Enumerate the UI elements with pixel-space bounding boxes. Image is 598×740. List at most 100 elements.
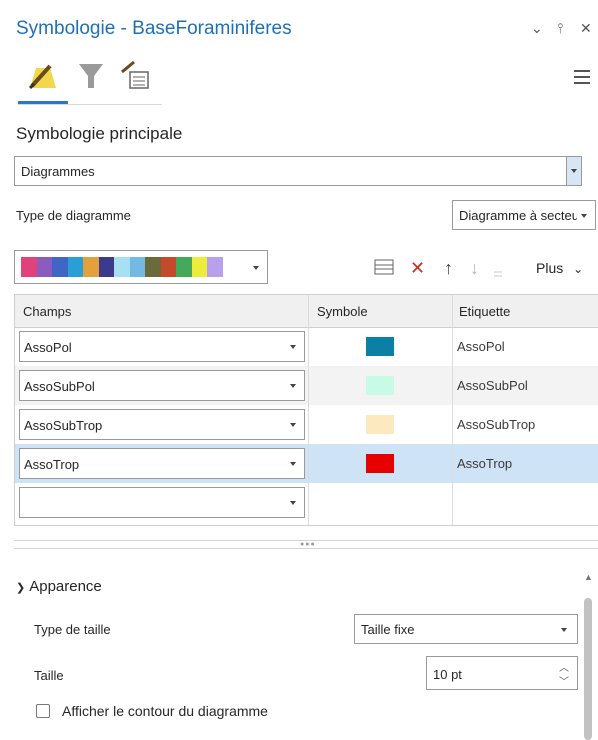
pin-icon[interactable]: ⫯	[557, 20, 563, 37]
more-label: Plus	[536, 260, 564, 276]
vertical-scrollbar[interactable]: ▲	[580, 568, 596, 740]
properties-button[interactable]	[374, 258, 394, 281]
field-select[interactable]: AssoTrop	[19, 448, 305, 479]
color-ramp-swatch	[67, 257, 83, 277]
size-value: 10 pt	[433, 667, 462, 682]
symbology-type-select[interactable]: Diagrammes	[14, 156, 582, 186]
tab-primary-symbology[interactable]	[26, 58, 60, 92]
size-label: Taille	[34, 668, 64, 683]
table-row[interactable]: AssoTrop AssoTrop	[15, 444, 598, 483]
scroll-thumb[interactable]	[584, 598, 592, 740]
chevron-down-icon	[290, 462, 296, 466]
pane-splitter[interactable]: ●●●	[14, 540, 598, 549]
grid-header: Champs Symbole Etiquette	[15, 295, 598, 328]
size-stepper[interactable]: 10 pt ︿ ﹀	[426, 656, 578, 690]
table-row[interactable]: AssoSubPol AssoSubPol	[15, 366, 598, 405]
chevron-up-icon[interactable]: ︿	[559, 659, 569, 674]
sort-icon	[494, 271, 502, 277]
size-type-select[interactable]: Taille fixe	[354, 614, 578, 644]
symbol-swatch[interactable]	[366, 376, 394, 395]
tab-filter[interactable]	[76, 58, 110, 92]
outline-checkbox[interactable]	[36, 704, 50, 718]
chevron-down-icon	[253, 266, 259, 270]
column-divider	[452, 295, 453, 525]
grip-icon: ●●●	[300, 541, 316, 548]
column-header-symbol[interactable]: Symbole	[317, 304, 368, 319]
label-cell[interactable]: AssoPol	[457, 339, 505, 354]
field-value: AssoSubPol	[24, 379, 95, 394]
section-title: Symbologie principale	[16, 124, 183, 143]
color-ramp-swatch	[191, 257, 207, 277]
label-cell[interactable]: AssoSubTrop	[457, 417, 535, 432]
chevron-down-icon	[290, 423, 296, 427]
field-select[interactable]: AssoPol	[19, 331, 305, 362]
chart-type-select[interactable]: Diagramme à secteurs	[452, 200, 596, 230]
column-header-label[interactable]: Etiquette	[459, 304, 510, 319]
close-icon[interactable]: ✕	[580, 20, 592, 37]
symbol-swatch[interactable]	[366, 454, 394, 473]
color-ramp-swatch	[145, 257, 161, 277]
chevron-down-icon: ⌄	[573, 262, 584, 276]
label-cell[interactable]: AssoSubPol	[457, 378, 528, 393]
arrow-up-icon: ↑	[444, 258, 453, 278]
outline-checkbox-label[interactable]: Afficher le contour du diagramme	[62, 703, 268, 719]
column-header-fields[interactable]: Champs	[23, 304, 71, 319]
more-button[interactable]: Plus ⌄	[536, 260, 583, 276]
color-ramp-swatch	[160, 257, 176, 277]
field-select[interactable]: AssoSubTrop	[19, 409, 305, 440]
label-cell[interactable]: AssoTrop	[457, 456, 512, 471]
pane-options-chevron-icon[interactable]: ⌄	[531, 20, 543, 37]
symbol-swatch[interactable]	[366, 415, 394, 434]
chevron-down-icon	[581, 214, 587, 218]
remove-button[interactable]: ✕	[410, 258, 425, 279]
color-ramp-swatch	[21, 257, 37, 277]
chevron-down-icon	[561, 628, 567, 632]
chevron-down-icon	[566, 156, 582, 186]
primary-symbology-icon	[28, 64, 56, 90]
color-scheme-select[interactable]	[14, 250, 268, 284]
color-ramp-swatch	[52, 257, 68, 277]
appearance-header: Apparence	[29, 578, 102, 595]
color-ramp-swatch	[36, 257, 52, 277]
size-type-value: Taille fixe	[361, 622, 415, 637]
color-ramp-swatch	[207, 257, 223, 277]
chevron-down-icon[interactable]: ﹀	[559, 673, 569, 688]
appearance-section-toggle[interactable]: ❯ Apparence	[16, 578, 102, 595]
color-ramp-swatch	[98, 257, 114, 277]
chart-type-label: Type de diagramme	[16, 208, 131, 223]
symbol-swatch[interactable]	[366, 337, 394, 356]
color-ramp	[21, 257, 223, 277]
table-row[interactable]: AssoSubTrop AssoSubTrop	[15, 405, 598, 444]
list-icon	[374, 259, 394, 275]
chevron-down-icon: ❯	[16, 582, 26, 594]
pane-title: Symbologie - BaseForaminiferes	[16, 18, 292, 39]
fields-grid: Champs Symbole Etiquette AssoPol AssoPol…	[14, 294, 598, 526]
chart-type-value: Diagramme à secteurs	[459, 208, 577, 223]
field-value: AssoTrop	[24, 457, 80, 472]
table-row[interactable]: AssoPol AssoPol	[15, 327, 598, 366]
size-type-label: Type de taille	[34, 622, 111, 637]
tab-labels[interactable]	[118, 58, 152, 92]
field-select[interactable]: AssoSubPol	[19, 370, 305, 401]
chevron-down-icon	[290, 501, 296, 505]
label-icon	[121, 60, 149, 89]
color-ramp-swatch	[176, 257, 192, 277]
move-down-button[interactable]: ↓	[470, 258, 479, 279]
field-select[interactable]	[19, 487, 305, 518]
chevron-down-icon	[290, 345, 296, 349]
arrow-down-icon: ↓	[470, 258, 479, 278]
chevron-down-icon	[290, 384, 296, 388]
column-divider	[308, 295, 309, 525]
reorder-button[interactable]	[492, 266, 504, 277]
active-tab-indicator	[18, 101, 68, 104]
color-ramp-swatch	[129, 257, 145, 277]
scroll-up-icon[interactable]: ▲	[584, 572, 593, 582]
filter-icon	[79, 64, 103, 88]
field-value: AssoSubTrop	[24, 418, 103, 433]
color-ramp-swatch	[83, 257, 99, 277]
move-up-button[interactable]: ↑	[444, 258, 453, 279]
menu-icon[interactable]	[574, 70, 590, 84]
table-row[interactable]	[15, 483, 598, 522]
remove-icon: ✕	[410, 258, 426, 278]
symbology-type-value: Diagrammes	[21, 164, 95, 179]
